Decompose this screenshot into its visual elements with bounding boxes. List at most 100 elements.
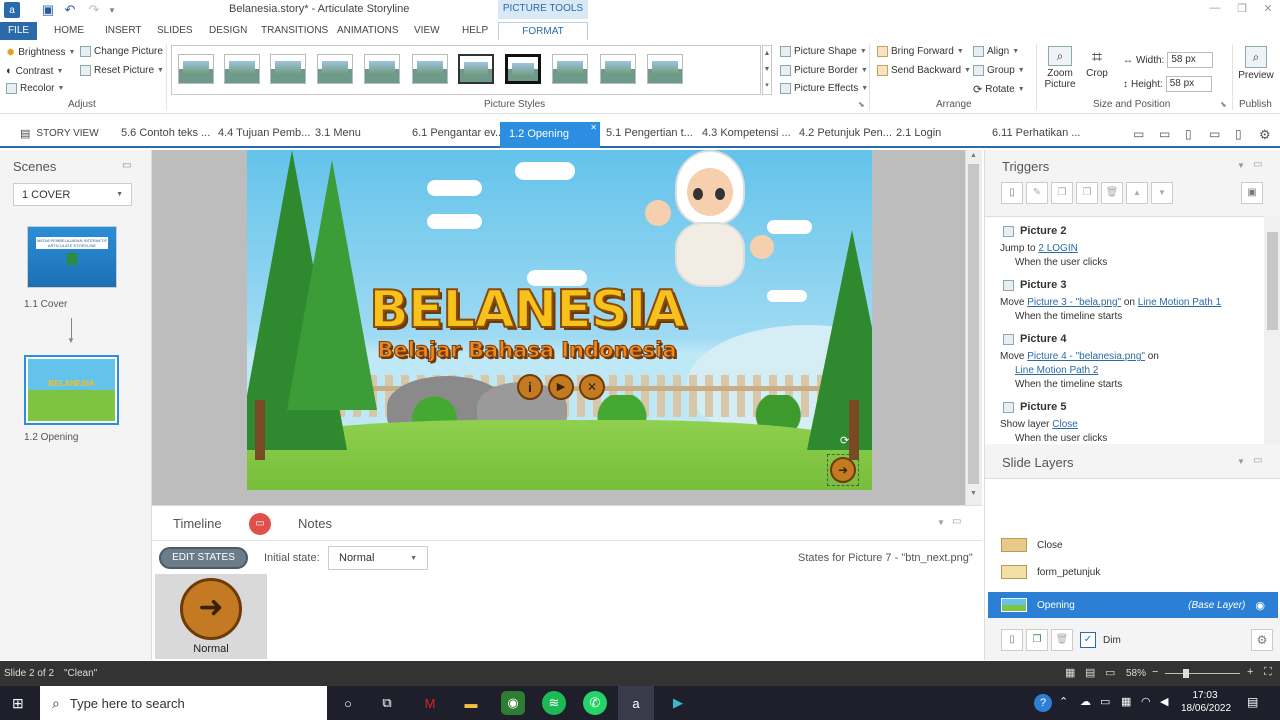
redo-icon[interactable]: ↷	[86, 2, 102, 18]
tab-file[interactable]: FILE	[0, 22, 37, 40]
tab-slides[interactable]: SLIDES	[151, 22, 199, 40]
width-input[interactable]: 58 px	[1167, 52, 1214, 68]
notifications-icon[interactable]: ▤	[1247, 695, 1258, 709]
story-view-tab[interactable]: ▤ STORY VIEW	[20, 127, 99, 140]
slide-subtitle[interactable]: Belajar Bahasa Indonesia	[347, 338, 707, 363]
zoom-in-icon[interactable]: +	[1247, 666, 1253, 678]
scroll-down-icon[interactable]: ▼	[970, 490, 977, 497]
trigger-settings-icon[interactable]: ▣	[1241, 182, 1263, 204]
brightness-button[interactable]: ✹ Brightness ▼	[6, 46, 75, 59]
tab-help[interactable]: HELP	[456, 22, 494, 40]
initial-state-select[interactable]: Normal ▼	[328, 546, 428, 570]
chrome-icon[interactable]: ◉	[501, 691, 525, 715]
pin-panel-icon[interactable]: ▭	[122, 160, 131, 171]
new-trigger-icon[interactable]: ▯	[1001, 182, 1023, 204]
storyline-player-icon[interactable]: ▶	[666, 691, 690, 715]
zoom-out-icon[interactable]: −	[1152, 666, 1158, 678]
slide-tab[interactable]: 2.1 Login	[896, 127, 941, 139]
tab-home[interactable]: HOME	[48, 22, 90, 40]
minimize-button[interactable]: —	[1205, 2, 1225, 18]
save-icon[interactable]: ▣	[40, 2, 56, 18]
style-option[interactable]	[600, 54, 636, 84]
close-button[interactable]: ✕	[1258, 2, 1278, 18]
panel-menu-icon[interactable]: ▼	[1237, 161, 1245, 170]
panel-menu-icon[interactable]: ▼	[937, 518, 945, 527]
delete-layer-icon[interactable]: 🗑	[1051, 629, 1073, 651]
slide-tab-active[interactable]: 1.2 Opening ✕	[500, 122, 600, 148]
storyline-taskbar-icon[interactable]: a	[618, 686, 654, 720]
close-slide-button[interactable]: ✕	[579, 374, 605, 400]
trigger-action[interactable]: Show layer Close	[1000, 419, 1078, 430]
tab-design[interactable]: DESIGN	[203, 22, 253, 40]
duplicate-layer-icon[interactable]: ❐	[1026, 629, 1048, 651]
style-option[interactable]	[552, 54, 588, 84]
tab-timeline[interactable]: Timeline	[173, 516, 222, 531]
zoom-slider-thumb[interactable]	[1183, 669, 1189, 678]
zoom-slider[interactable]	[1165, 673, 1240, 674]
trigger-action[interactable]: Move Picture 3 - "bela.png" on Line Moti…	[1000, 297, 1221, 308]
style-option[interactable]	[224, 54, 260, 84]
slide-tab[interactable]: 5.6 Contoh teks ...	[121, 127, 210, 139]
file-explorer-icon[interactable]: ▬	[459, 691, 483, 715]
network-icon[interactable]: ▦	[1121, 695, 1131, 708]
phone-landscape-icon[interactable]: ▭	[1209, 127, 1220, 141]
reset-picture-button[interactable]: Reset Picture ▼	[80, 65, 164, 76]
group-button[interactable]: Group ▼	[973, 65, 1025, 76]
trigger-object[interactable]: Picture 5	[1003, 401, 1066, 413]
slide-tab[interactable]: 4.4 Tujuan Pemb...	[218, 127, 310, 139]
style-option[interactable]	[647, 54, 683, 84]
slide-tab[interactable]: 4.3 Kompetensi ...	[702, 127, 791, 139]
style-option-selected[interactable]	[505, 54, 541, 84]
state-normal-card[interactable]: ➜ Normal	[155, 574, 267, 659]
preview-button[interactable]: ⌕ Preview	[1238, 46, 1274, 81]
scroll-up-icon[interactable]: ▲	[970, 152, 977, 159]
play-button[interactable]: ▶	[548, 374, 574, 400]
paste-trigger-icon[interactable]: ❐	[1076, 182, 1098, 204]
tablet-landscape-icon[interactable]: ▭	[1159, 127, 1170, 141]
contrast-button[interactable]: ◐ Contrast ▼	[6, 65, 63, 77]
taskbar-search[interactable]: ⌕ Type here to search	[40, 686, 327, 720]
phone-portrait-icon[interactable]: ▯	[1235, 127, 1242, 141]
edit-trigger-icon[interactable]: ✎	[1026, 182, 1048, 204]
picture-shape-button[interactable]: Picture Shape ▼	[780, 46, 867, 57]
character-illustration[interactable]	[645, 150, 774, 300]
desktop-view-icon[interactable]: ▭	[1133, 127, 1144, 141]
show-hidden-icons-icon[interactable]: ⌃	[1059, 695, 1068, 708]
states-tab-icon[interactable]: ▭	[249, 513, 271, 535]
layer-item-opening[interactable]: Opening (Base Layer) ◉	[988, 592, 1278, 618]
pin-panel-icon[interactable]: ▭	[1253, 455, 1262, 466]
mcafee-icon[interactable]: M	[418, 691, 442, 715]
next-button[interactable]: ➜	[830, 457, 856, 483]
canvas-vertical-scrollbar[interactable]: ▲ ▼	[965, 150, 982, 505]
cortana-icon[interactable]: ○	[336, 691, 360, 715]
bring-forward-button[interactable]: Bring Forward ▼	[877, 46, 964, 57]
dialog-launcher-icon[interactable]: ⬊	[1220, 100, 1227, 109]
panel-menu-icon[interactable]: ▼	[1237, 457, 1245, 466]
trigger-action[interactable]: Move Picture 4 - "belanesia.png" on	[1000, 351, 1159, 362]
new-layer-icon[interactable]: ▯	[1001, 629, 1023, 651]
taskbar-clock[interactable]: 17:03 18/06/2022	[1181, 689, 1231, 715]
close-tab-icon[interactable]: ✕	[590, 123, 597, 132]
publish-button[interactable]: Publish	[1239, 99, 1272, 110]
style-option[interactable]	[458, 54, 494, 84]
triggers-scrollbar[interactable]	[1264, 216, 1280, 444]
picture-effects-button[interactable]: Picture Effects ▼	[780, 83, 868, 94]
volume-icon[interactable]: ◀	[1160, 695, 1168, 708]
slide-tab[interactable]: 5.1 Pengertian t...	[606, 127, 693, 139]
wifi-icon[interactable]: ◠	[1141, 695, 1151, 708]
rotate-button[interactable]: ⟳ Rotate ▼	[973, 83, 1025, 96]
normal-view-icon[interactable]: ▦	[1065, 666, 1075, 679]
pin-panel-icon[interactable]: ▭	[952, 516, 961, 527]
delete-trigger-icon[interactable]: 🗑	[1101, 182, 1123, 204]
align-button[interactable]: Align ▼	[973, 46, 1019, 57]
trigger-action[interactable]: Jump to 2 LOGIN	[1000, 243, 1078, 254]
maximize-button[interactable]: ❐	[1232, 2, 1252, 18]
pin-panel-icon[interactable]: ▭	[1253, 159, 1262, 170]
trigger-object[interactable]: Picture 3	[1003, 279, 1066, 291]
send-backward-button[interactable]: Send Backward ▼	[877, 65, 971, 76]
task-view-icon[interactable]: ⧉	[375, 691, 399, 715]
change-picture-button[interactable]: Change Picture	[80, 46, 163, 57]
style-option[interactable]	[364, 54, 400, 84]
scene-select[interactable]: 1 COVER ▼	[13, 183, 132, 206]
trigger-path[interactable]: Line Motion Path 2	[1015, 365, 1098, 376]
